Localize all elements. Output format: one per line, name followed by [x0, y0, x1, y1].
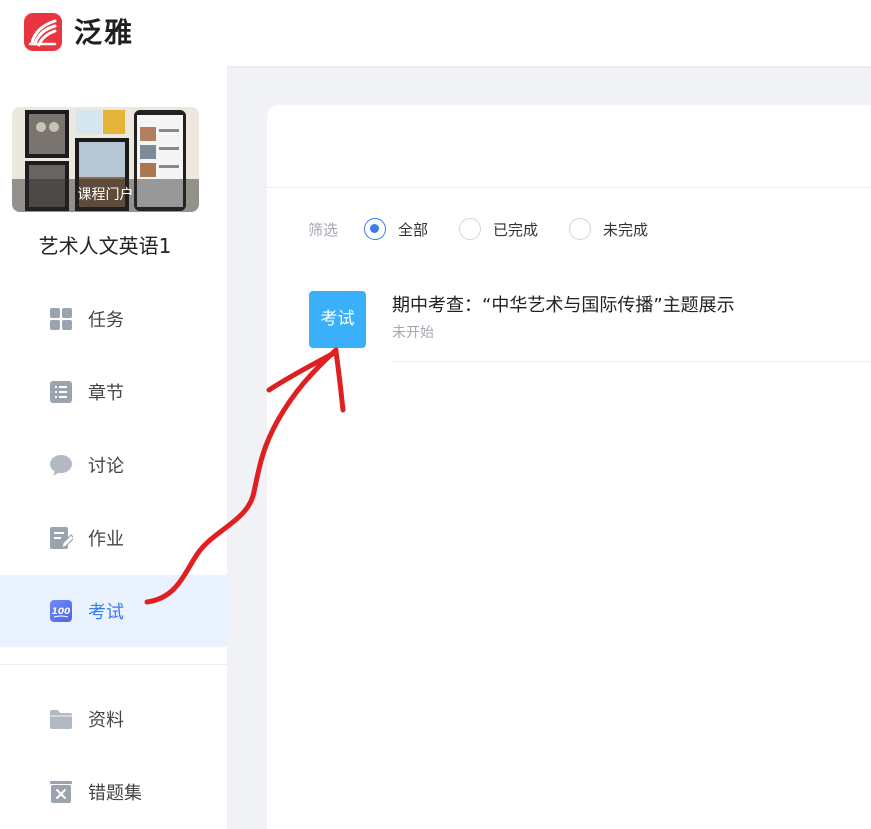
card-header-divider	[267, 187, 871, 188]
sidebar-item-label: 错题集	[88, 783, 142, 804]
filter-option-label: 全部	[398, 220, 429, 239]
sidebar-item-label: 任务	[88, 310, 124, 331]
main-content-card: 筛选 全部 已完成 未完成 考试 期中考查：“中华艺术与国际传播”主题展示 未开…	[267, 105, 871, 829]
filter-option-completed[interactable]: 已完成	[459, 218, 538, 240]
sidebar-item-wrong-answers[interactable]: 错题集	[0, 756, 227, 828]
exam-badge: 考试	[309, 291, 366, 348]
grid-icon	[50, 308, 72, 330]
sidebar-item-label: 章节	[88, 383, 124, 404]
filter-row: 筛选 全部 已完成 未完成	[308, 215, 679, 243]
sidebar-item-discussion[interactable]: 讨论	[0, 429, 227, 501]
exam-100-icon: 100	[50, 600, 72, 622]
filter-option-all[interactable]: 全部	[364, 218, 428, 240]
list-item-divider	[392, 361, 871, 362]
sidebar-item-exam[interactable]: 100 考试	[0, 575, 227, 647]
sidebar-item-tasks[interactable]: 任务	[0, 283, 227, 355]
course-cover[interactable]: 课程门户	[12, 107, 199, 212]
chaoxing-logo-icon[interactable]	[24, 13, 62, 51]
sidebar-item-materials[interactable]: 资料	[0, 683, 227, 755]
sidebar-divider	[0, 664, 227, 665]
edit-document-icon	[50, 527, 73, 550]
radio-button-checked[interactable]	[364, 218, 387, 240]
wrong-answers-icon	[50, 781, 72, 803]
sidebar-item-chapters[interactable]: 章节	[0, 356, 227, 428]
filter-option-incomplete[interactable]: 未完成	[569, 218, 648, 240]
radio-button[interactable]	[459, 218, 482, 240]
course-portal-label[interactable]: 课程门户	[12, 179, 199, 212]
sidebar: 课程门户 艺术人文英语1 任务 章节 讨论 作业 100 考试 资料 错题集	[0, 66, 227, 829]
course-title: 艺术人文英语1	[38, 234, 172, 258]
top-header: 泛雅	[0, 0, 871, 66]
filter-option-label: 未完成	[603, 220, 649, 239]
list-icon	[50, 381, 72, 403]
sidebar-item-label: 讨论	[88, 456, 124, 477]
exam-title[interactable]: 期中考查：“中华艺术与国际传播”主题展示	[392, 291, 735, 317]
sidebar-item-label: 作业	[88, 529, 124, 550]
sidebar-item-label: 考试	[88, 602, 124, 623]
app-name[interactable]: 泛雅	[74, 14, 134, 52]
chat-bubble-icon	[50, 455, 72, 476]
filter-option-label: 已完成	[493, 220, 539, 239]
filter-label: 筛选	[308, 220, 339, 239]
exam-status: 未开始	[392, 325, 434, 341]
exam-list-item[interactable]: 考试 期中考查：“中华艺术与国际传播”主题展示 未开始	[309, 291, 871, 363]
radio-button[interactable]	[569, 218, 592, 240]
folder-icon	[50, 710, 72, 729]
sidebar-item-label: 资料	[88, 710, 124, 731]
sidebar-item-homework[interactable]: 作业	[0, 502, 227, 574]
